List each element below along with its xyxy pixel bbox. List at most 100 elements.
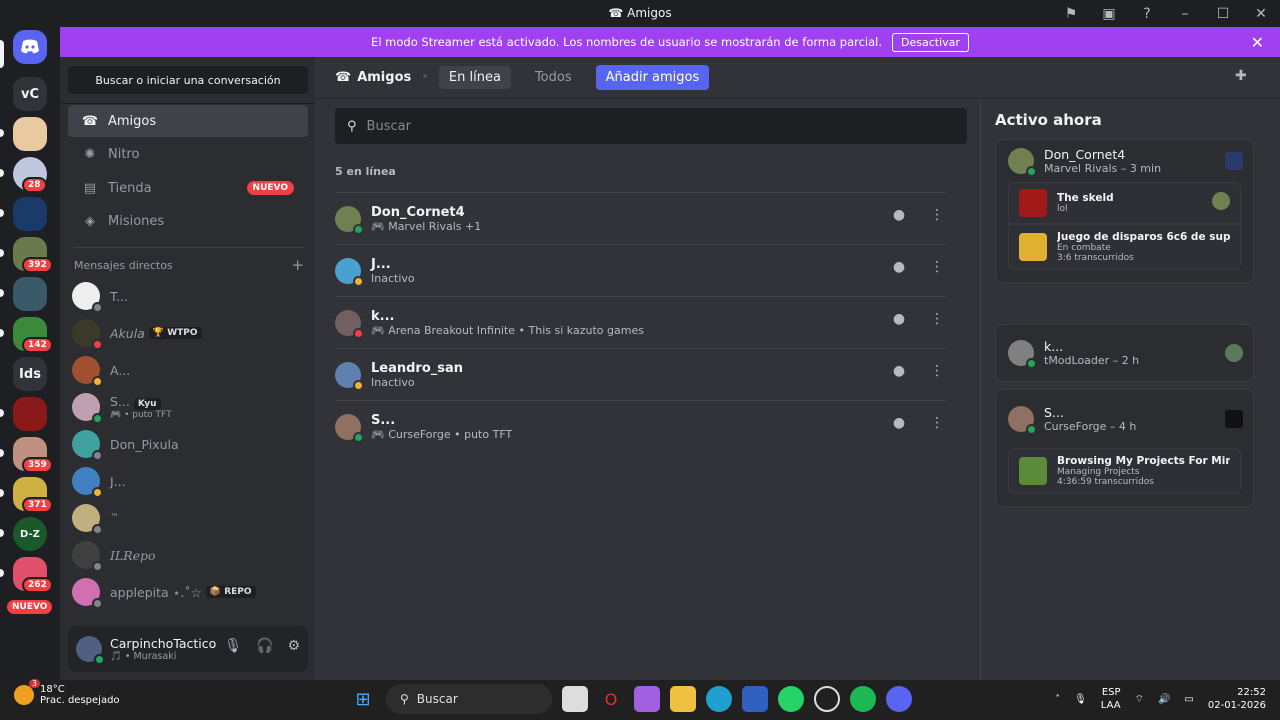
dm-item[interactable]: A... [72, 352, 302, 388]
dm-item[interactable]: S... Kyu 🎮 • puto TFT [72, 389, 302, 425]
dm-item[interactable]: Akula 🏆 WTPO [72, 315, 302, 351]
message-icon[interactable]: ● [889, 257, 909, 277]
server-red[interactable] [13, 397, 47, 431]
dm-item[interactable]: J... [72, 463, 302, 499]
message-icon[interactable]: ● [889, 361, 909, 381]
nitro-icon: ✺ [84, 146, 96, 162]
wifi-icon[interactable]: ⌔ [1135, 693, 1144, 706]
unread-badge: 392 [22, 257, 53, 273]
nav-friends[interactable]: ☎ Amigos [68, 105, 308, 137]
nav-shop[interactable]: ▤ Tienda NUEVO [68, 172, 308, 204]
whatsapp-icon[interactable] [778, 686, 804, 712]
friend-row[interactable]: J... Inactivo ● ⋮ [335, 244, 947, 296]
avatar [335, 205, 364, 235]
store-icon[interactable] [742, 686, 768, 712]
nav-nitro[interactable]: ✺ Nitro [68, 138, 308, 170]
dm-item[interactable]: ILRepo [72, 537, 302, 573]
message-icon[interactable]: ● [889, 205, 909, 225]
server-art[interactable] [13, 277, 47, 311]
unread-badge: 142 [22, 337, 53, 353]
clock[interactable]: 22:52 02-01-2026 [1208, 686, 1266, 712]
edge-icon[interactable] [706, 686, 732, 712]
close-icon[interactable]: ✕ [1251, 33, 1264, 52]
app-icon[interactable] [814, 686, 840, 712]
disable-streamer-button[interactable]: Desactivar [892, 32, 969, 52]
more-options-icon[interactable]: ⋮ [927, 413, 947, 433]
spotify-icon[interactable] [850, 686, 876, 712]
more-options-icon[interactable]: ⋮ [927, 309, 947, 329]
minimize-button[interactable]: – [1166, 0, 1204, 27]
volume-icon[interactable]: 🔊 [1158, 694, 1170, 705]
weather-icon: 3 [14, 679, 40, 705]
discord-icon[interactable] [886, 686, 912, 712]
microphone-icon[interactable]: 🎙 [224, 638, 242, 654]
friend-search-input[interactable]: ⚲ Buscar [335, 108, 967, 144]
friend-row[interactable]: Don_Cornet4 🎮 Marvel Rivals +1 ● ⋮ [335, 192, 947, 244]
flag-icon[interactable]: ⚑ [1052, 0, 1090, 27]
microphone-icon[interactable]: 🎙 [1074, 694, 1087, 705]
friend-row[interactable]: S... 🎮 CurseForge • puto TFT ● ⋮ [335, 400, 947, 452]
avatar [72, 541, 103, 572]
username[interactable]: CarpinchoTactico [110, 636, 216, 651]
avatar [72, 504, 103, 535]
dm-item[interactable]: ™ [72, 500, 302, 536]
user-avatar[interactable] [76, 636, 105, 665]
opera-icon[interactable]: O [598, 686, 624, 712]
curseforge-icon [1225, 410, 1243, 428]
activity-thumbnail [1019, 233, 1047, 261]
close-button[interactable]: ✕ [1242, 0, 1280, 27]
new-group-dm-icon[interactable]: ✚ [1235, 68, 1247, 84]
maximize-button[interactable]: ☐ [1204, 0, 1242, 27]
tab-online[interactable]: En línea [438, 66, 511, 89]
streamer-mode-banner: El modo Streamer está activado. Los nomb… [60, 27, 1280, 57]
banner-text: El modo Streamer está activado. Los nomb… [371, 35, 883, 49]
taskbar-search[interactable]: ⚲ Buscar [386, 684, 552, 714]
message-icon[interactable]: ● [889, 413, 909, 433]
copilot-icon[interactable] [634, 686, 660, 712]
language-indicator[interactable]: ESP LAA [1101, 686, 1121, 712]
inbox-icon[interactable]: ▣ [1090, 0, 1128, 27]
server-blue[interactable] [13, 197, 47, 231]
headphones-icon[interactable]: 🎧 [256, 638, 273, 654]
title-bar: ☎ Amigos ⚑ ▣ ? – ☐ ✕ [0, 0, 1280, 27]
file-explorer-icon[interactable] [670, 686, 696, 712]
conversation-search[interactable]: Buscar o iniciar una conversación [68, 66, 308, 94]
tab-all[interactable]: Todos [525, 66, 582, 89]
add-dm-icon[interactable]: + [291, 256, 304, 274]
more-options-icon[interactable]: ⋮ [927, 205, 947, 225]
avatar [72, 578, 103, 609]
settings-gear-icon[interactable]: ⚙ [287, 638, 300, 654]
server-ids[interactable]: Ids [13, 357, 47, 391]
weather-widget[interactable]: 3 18°C Prac. despejado [14, 679, 120, 706]
activity-card[interactable]: k... tModLoader – 2 h [995, 324, 1254, 382]
unread-badge: 359 [22, 457, 53, 473]
search-icon: ⚲ [400, 692, 409, 706]
avatar [335, 361, 364, 391]
server-dz[interactable]: D-Z [13, 517, 47, 551]
friend-row[interactable]: k... 🎮 Arena Breakout Infinite • This si … [335, 296, 947, 348]
tmodloader-icon [1225, 344, 1243, 362]
online-count: 5 en línea [335, 165, 396, 178]
server-cat[interactable] [13, 117, 47, 151]
activity-card[interactable]: S... CurseForge – 4 h Browsing My Project… [995, 389, 1254, 507]
task-view-icon[interactable] [562, 686, 588, 712]
discord-home-button[interactable] [13, 30, 47, 64]
avatar [72, 467, 103, 498]
windows-start-icon[interactable]: ⊞ [350, 686, 376, 712]
dm-item[interactable]: applepita ⋆.˚☆ 📦 REPO [72, 574, 302, 610]
more-options-icon[interactable]: ⋮ [927, 257, 947, 277]
activity-card[interactable]: Don_Cornet4 Marvel Rivals – 3 min The ske… [995, 139, 1254, 283]
more-options-icon[interactable]: ⋮ [927, 361, 947, 381]
add-friends-button[interactable]: Añadir amigos [595, 65, 710, 90]
battery-icon[interactable]: ▭ [1184, 694, 1193, 705]
friend-row[interactable]: Leandro_san Inactivo ● ⋮ [335, 348, 947, 400]
server-vc[interactable]: vC [13, 77, 47, 111]
chevron-up-icon[interactable]: ˄ [1055, 694, 1060, 705]
dm-item[interactable]: Don_Pixula [72, 426, 302, 462]
avatar [72, 356, 103, 387]
selected-pill [0, 40, 4, 68]
help-icon[interactable]: ? [1128, 0, 1166, 27]
dm-item[interactable]: T... [72, 278, 302, 314]
nav-quests[interactable]: ◈ Misiones [68, 205, 308, 237]
message-icon[interactable]: ● [889, 309, 909, 329]
